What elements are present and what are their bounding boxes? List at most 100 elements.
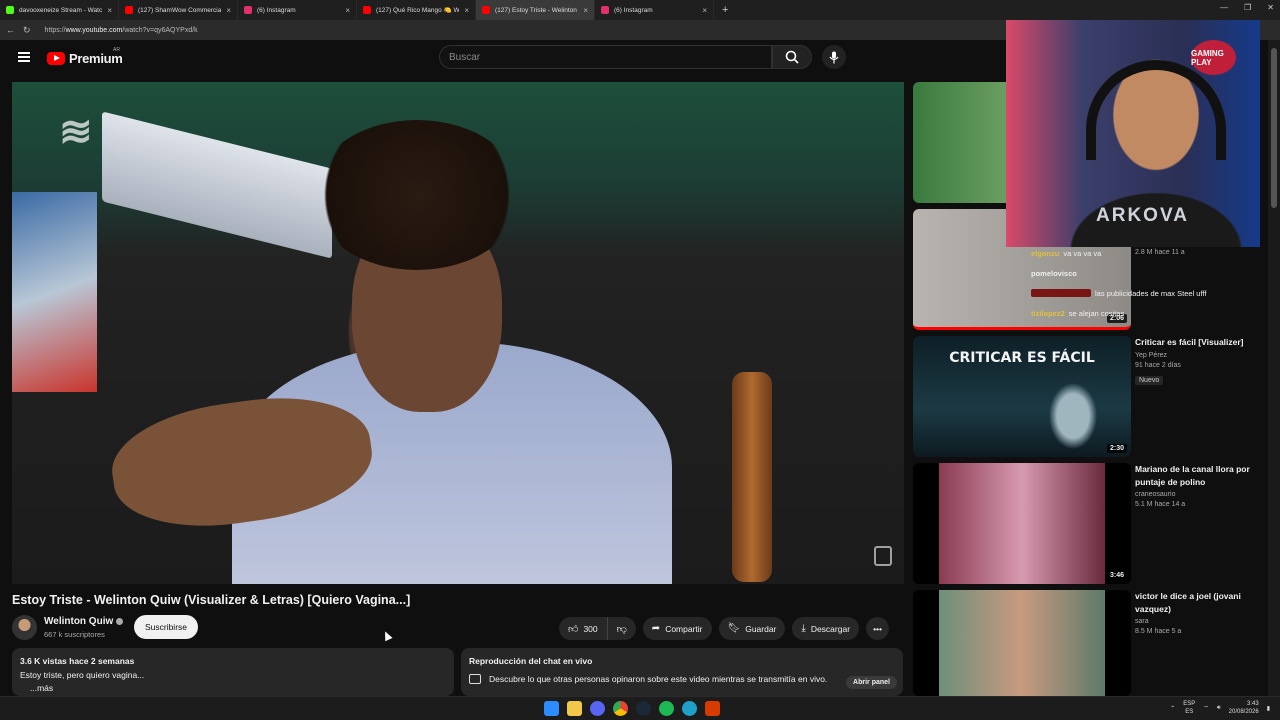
share-button[interactable]: ➦ Compartir: [642, 617, 712, 640]
steam-icon[interactable]: [636, 701, 651, 716]
video-duration: 3:46: [1106, 571, 1127, 580]
more-actions-button[interactable]: •••: [866, 617, 890, 640]
video-frame-air-conditioner: [102, 111, 332, 259]
spotify-icon[interactable]: [659, 701, 674, 716]
reload-icon[interactable]: ↻: [23, 25, 31, 36]
clock-date: 20/08/2026: [1228, 709, 1259, 715]
chair-logo: GAMING PLAY: [1191, 40, 1236, 75]
volume-icon[interactable]: 🔊︎: [1217, 705, 1221, 712]
video-thumbnail[interactable]: CRITICAR ES FÁCIL 2:30: [913, 336, 1131, 457]
minimize-icon[interactable]: —: [1220, 3, 1228, 12]
video-player[interactable]: ≋: [12, 82, 904, 584]
video-title: Estoy Triste - Welinton Quiw (Visualizer…: [12, 593, 411, 607]
page-scrollbar[interactable]: [1268, 40, 1280, 696]
open-panel-button[interactable]: Abrir panel: [846, 676, 897, 689]
subscribe-button[interactable]: Suscribirse: [134, 615, 198, 639]
clock[interactable]: 3:43 20/08/2026: [1229, 700, 1259, 716]
download-icon: ⤓: [801, 623, 806, 634]
save-button[interactable]: 🔖︎ Guardar: [718, 617, 786, 640]
show-more-link[interactable]: ...más: [30, 683, 446, 693]
chat-username: elgonzu: [1031, 248, 1060, 258]
video-frame-guitar: [732, 372, 772, 582]
like-button[interactable]: 👍︎ 300: [559, 617, 608, 640]
youtube-play-icon: [47, 52, 65, 65]
browser-tab[interactable]: (6) Instagram ×: [238, 0, 357, 20]
close-tab-icon[interactable]: ×: [583, 6, 588, 15]
view-stats: 3.6 K vistas hace 2 semanas: [20, 656, 135, 666]
tab-label: (6) Instagram: [614, 6, 653, 14]
recommendation-channel[interactable]: Yep Pérez: [1135, 352, 1263, 359]
browser-tab[interactable]: davooxeneize Stream - Watch ×: [0, 0, 119, 20]
video-thumbnail[interactable]: 3:46: [913, 463, 1131, 584]
chat-username: tizilopez2: [1031, 308, 1065, 318]
file-explorer-icon[interactable]: [567, 701, 582, 716]
recommendation-card[interactable]: victor le dice a joel (jovani vazquez) s…: [913, 590, 1241, 696]
tab-favicon-icon: [363, 6, 371, 14]
channel-avatar[interactable]: [12, 615, 37, 640]
windows-start-icon[interactable]: [544, 701, 559, 716]
discord-icon[interactable]: [590, 701, 605, 716]
scrollbar-thumb[interactable]: [1271, 48, 1277, 208]
url-prefix: https://: [44, 26, 66, 34]
more-dots-icon: •••: [873, 623, 882, 634]
recommendation-title[interactable]: Mariano de la canal llora por puntaje de…: [1135, 463, 1263, 488]
system-tray: ⌃ ESP ES ⌔ 🔊︎ 3:43 20/08/2026 ▮: [1170, 700, 1270, 716]
video-thumbnail[interactable]: [913, 590, 1131, 696]
share-label: Compartir: [665, 623, 703, 634]
youtube-premium-logo[interactable]: Premium AR: [47, 47, 123, 66]
recommendation-title[interactable]: Criticar es fácil [Visualizer]: [1135, 336, 1263, 349]
keyboard-layout: ES: [1185, 709, 1194, 715]
chat-text: se alejan cositas: [1068, 308, 1125, 318]
app-icon[interactable]: [705, 701, 720, 716]
close-window-icon[interactable]: ✕: [1267, 3, 1274, 12]
recommendation-title[interactable]: victor le dice a joel (jovani vazquez): [1135, 590, 1263, 615]
edge-icon[interactable]: [682, 701, 697, 716]
url-field[interactable]: https://www.youtube.com/watch?v=qy6AQYPx…: [45, 27, 198, 34]
notification-icon[interactable]: ▮: [1267, 705, 1270, 712]
download-button[interactable]: ⤓ Descargar: [792, 617, 860, 640]
close-tab-icon[interactable]: ×: [702, 6, 707, 15]
restore-icon[interactable]: ❐: [1244, 3, 1251, 12]
voice-search-button[interactable]: [822, 45, 846, 69]
description-box[interactable]: 3.6 K vistas hace 2 semanas Estoy triste…: [12, 648, 454, 696]
close-tab-icon[interactable]: ×: [226, 6, 231, 15]
thumbs-down-icon: 👎︎: [616, 623, 627, 635]
search-input[interactable]: Buscar: [439, 45, 772, 69]
browser-tab[interactable]: (127) Qué Rico Mango 🍋 Welint ×: [357, 0, 476, 20]
browser-tab[interactable]: (6) Instagram ×: [595, 0, 714, 20]
recommendation-channel[interactable]: craneosaurio: [1135, 491, 1263, 498]
search-button[interactable]: [772, 45, 812, 69]
like-count: 300: [583, 623, 598, 634]
channel-watermark-icon[interactable]: [874, 546, 892, 566]
back-icon[interactable]: ←: [6, 25, 15, 35]
channel-name[interactable]: Welinton Quiw: [44, 616, 124, 627]
network-icon[interactable]: ⌔: [1203, 704, 1209, 712]
tab-favicon-icon: [6, 6, 14, 14]
close-tab-icon[interactable]: ×: [345, 6, 350, 15]
bookmark-icon: 🔖︎: [727, 623, 741, 634]
tab-label: (127) ShamWow Commercial (Spo: [138, 6, 222, 14]
recommendation-card[interactable]: CRITICAR ES FÁCIL 2:30 Criticar es fácil…: [913, 336, 1244, 457]
close-tab-icon[interactable]: ×: [107, 6, 112, 15]
video-frame-phone: [12, 192, 97, 392]
taskbar: ⌃ ESP ES ⌔ 🔊︎ 3:43 20/08/2026 ▮: [0, 696, 1280, 720]
recommendation-channel[interactable]: sara: [1135, 618, 1263, 625]
recommendation-card[interactable]: 3:46 Mariano de la canal llora por punta…: [913, 463, 1250, 584]
video-actions: 👍︎ 300 👎︎ ➦ Compartir 🔖︎ Guardar ⤓ Descargar…: [559, 617, 890, 640]
browser-tab-active[interactable]: (127) Estoy Triste - Welinton C ×: [476, 0, 595, 20]
live-chat-heading: Reproducción del chat en vivo: [469, 656, 593, 666]
logo-wordmark: Premium: [69, 51, 123, 66]
tab-favicon-icon: [482, 6, 490, 14]
url-host: www.youtube.com: [65, 26, 123, 34]
language-indicator[interactable]: ESP ES: [1183, 700, 1195, 716]
tab-label: (127) Qué Rico Mango 🍋 Welint: [376, 7, 460, 14]
new-tab-button[interactable]: +: [722, 4, 728, 16]
close-tab-icon[interactable]: ×: [464, 6, 469, 15]
menu-icon[interactable]: [18, 52, 30, 62]
browser-tab[interactable]: (127) ShamWow Commercial (Spo ×: [119, 0, 238, 20]
channel-name-text: Welinton Quiw: [44, 616, 114, 627]
chevron-up-icon[interactable]: ⌃: [1170, 705, 1175, 712]
like-dislike-group: 👍︎ 300 👎︎: [559, 617, 636, 640]
dislike-button[interactable]: 👎︎: [607, 617, 636, 640]
chrome-icon[interactable]: [613, 701, 628, 716]
